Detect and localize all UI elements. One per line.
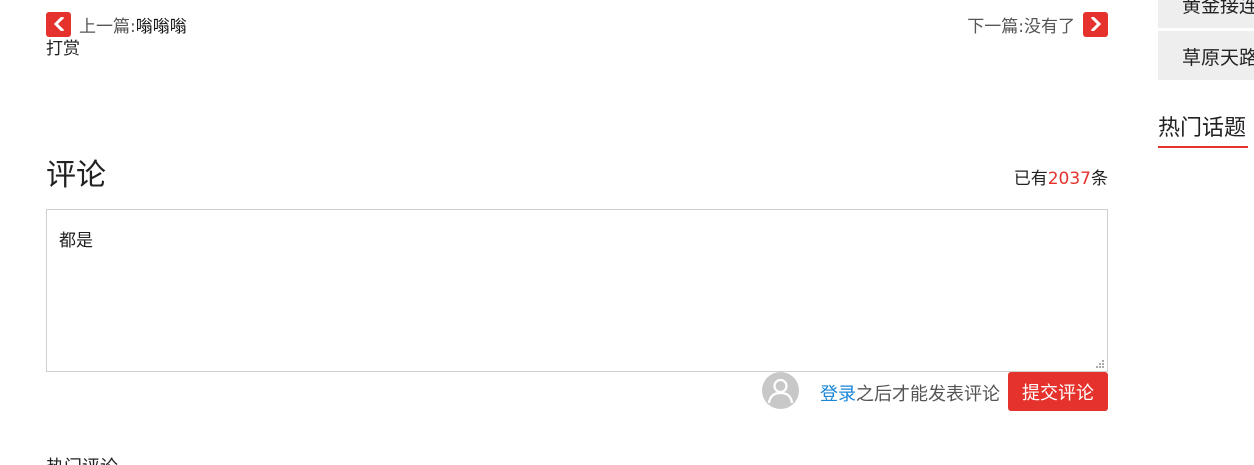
- comment-count-number: 2037: [1047, 169, 1091, 189]
- login-hint-text: 之后才能发表评论: [856, 384, 1000, 405]
- submit-comment-button[interactable]: 提交评论: [1008, 372, 1108, 411]
- chevron-right-icon: [1090, 17, 1101, 31]
- sidebar-item-label: 草原天路: [1182, 47, 1254, 69]
- resize-handle-icon[interactable]: [1095, 359, 1105, 369]
- comment-count-prefix: 已有: [1013, 169, 1048, 189]
- user-icon: [767, 378, 794, 404]
- reward-link[interactable]: 打赏: [46, 34, 80, 59]
- comment-count-suffix: 条: [1091, 169, 1108, 189]
- comments-heading: 评论: [46, 158, 106, 193]
- login-hint: 登录之后才能发表评论: [820, 380, 1000, 406]
- next-article-link[interactable]: 没有了: [1024, 12, 1075, 37]
- prev-article-nav[interactable]: 上一篇: 嗡嗡嗡: [46, 11, 187, 37]
- comment-textarea[interactable]: 都是: [46, 209, 1108, 372]
- sidebar-item[interactable]: 黄金接连: [1158, 0, 1254, 28]
- comment-textarea-value: 都是: [59, 231, 93, 251]
- next-arrow-button[interactable]: [1083, 11, 1108, 37]
- login-link[interactable]: 登录: [820, 384, 856, 405]
- user-avatar: [762, 372, 799, 409]
- prev-arrow-button[interactable]: [46, 11, 71, 37]
- prev-article-link[interactable]: 嗡嗡嗡: [136, 12, 187, 37]
- sidebar-item-label: 黄金接连: [1182, 0, 1254, 17]
- hot-topics-heading: 热门话题: [1158, 116, 1247, 141]
- hot-topics-underline: [1158, 146, 1248, 148]
- next-article-label: 下一篇:: [967, 16, 1024, 37]
- sidebar-item[interactable]: 草原天路: [1158, 31, 1254, 80]
- comment-count: 已有2037条: [1014, 164, 1108, 189]
- hot-comments-heading: 热门评论: [46, 453, 118, 465]
- chevron-left-icon: [53, 17, 64, 31]
- next-article-nav[interactable]: 下一篇: 没有了: [967, 11, 1108, 37]
- prev-article-label: 上一篇:: [79, 16, 136, 37]
- article-footer-page: 上一篇: 嗡嗡嗡 下一篇: 没有了 打赏 评论 已有2037条 都是 登录之后才…: [0, 0, 1254, 465]
